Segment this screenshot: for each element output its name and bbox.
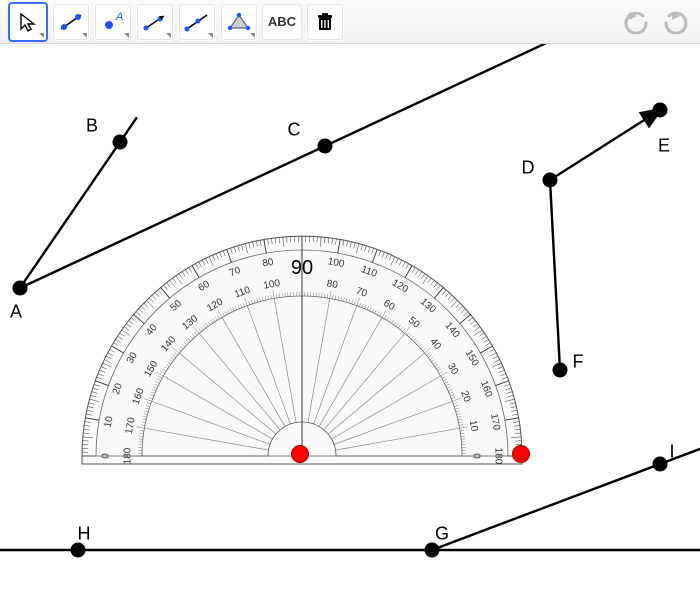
point-A[interactable] [13, 281, 28, 296]
tool-segment[interactable] [136, 3, 174, 41]
tool-point[interactable]: A [94, 3, 132, 41]
point-F[interactable] [553, 363, 568, 378]
point-label-D: D [522, 158, 535, 179]
protractor-handle-center[interactable] [291, 445, 309, 463]
point-H[interactable] [71, 543, 86, 558]
tool-text-label-text: ABC [268, 14, 296, 29]
point-E[interactable] [653, 103, 668, 118]
redo-button[interactable] [658, 5, 692, 39]
tool-delete[interactable] [306, 3, 344, 41]
point-D[interactable] [543, 173, 558, 188]
point-I[interactable] [653, 457, 668, 472]
point-label-F: F [573, 352, 584, 373]
undo-button[interactable] [620, 5, 654, 39]
geometry-canvas[interactable]: 1801701601501401301201101008070605040302… [0, 44, 700, 600]
point-G[interactable] [425, 543, 440, 558]
svg-text:A: A [115, 11, 123, 23]
tool-text-label[interactable]: ABC [262, 4, 302, 40]
tool-polygon[interactable] [220, 3, 258, 41]
point-label-A: A [10, 302, 22, 323]
tool-line[interactable] [52, 3, 90, 41]
point-C[interactable] [318, 139, 333, 154]
toolbar: A ABC [0, 0, 700, 44]
point-label-B: B [86, 116, 98, 137]
point-label-C: C [288, 120, 301, 141]
point-label-E: E [658, 136, 670, 157]
point-label-I: I [669, 442, 674, 463]
point-B[interactable] [113, 135, 128, 150]
tool-ray[interactable] [178, 3, 216, 41]
protractor-handle-edge[interactable] [512, 445, 530, 463]
point-label-H: H [78, 524, 91, 545]
points-layer [0, 44, 700, 600]
tool-move[interactable] [8, 2, 48, 42]
point-label-G: G [435, 524, 449, 545]
